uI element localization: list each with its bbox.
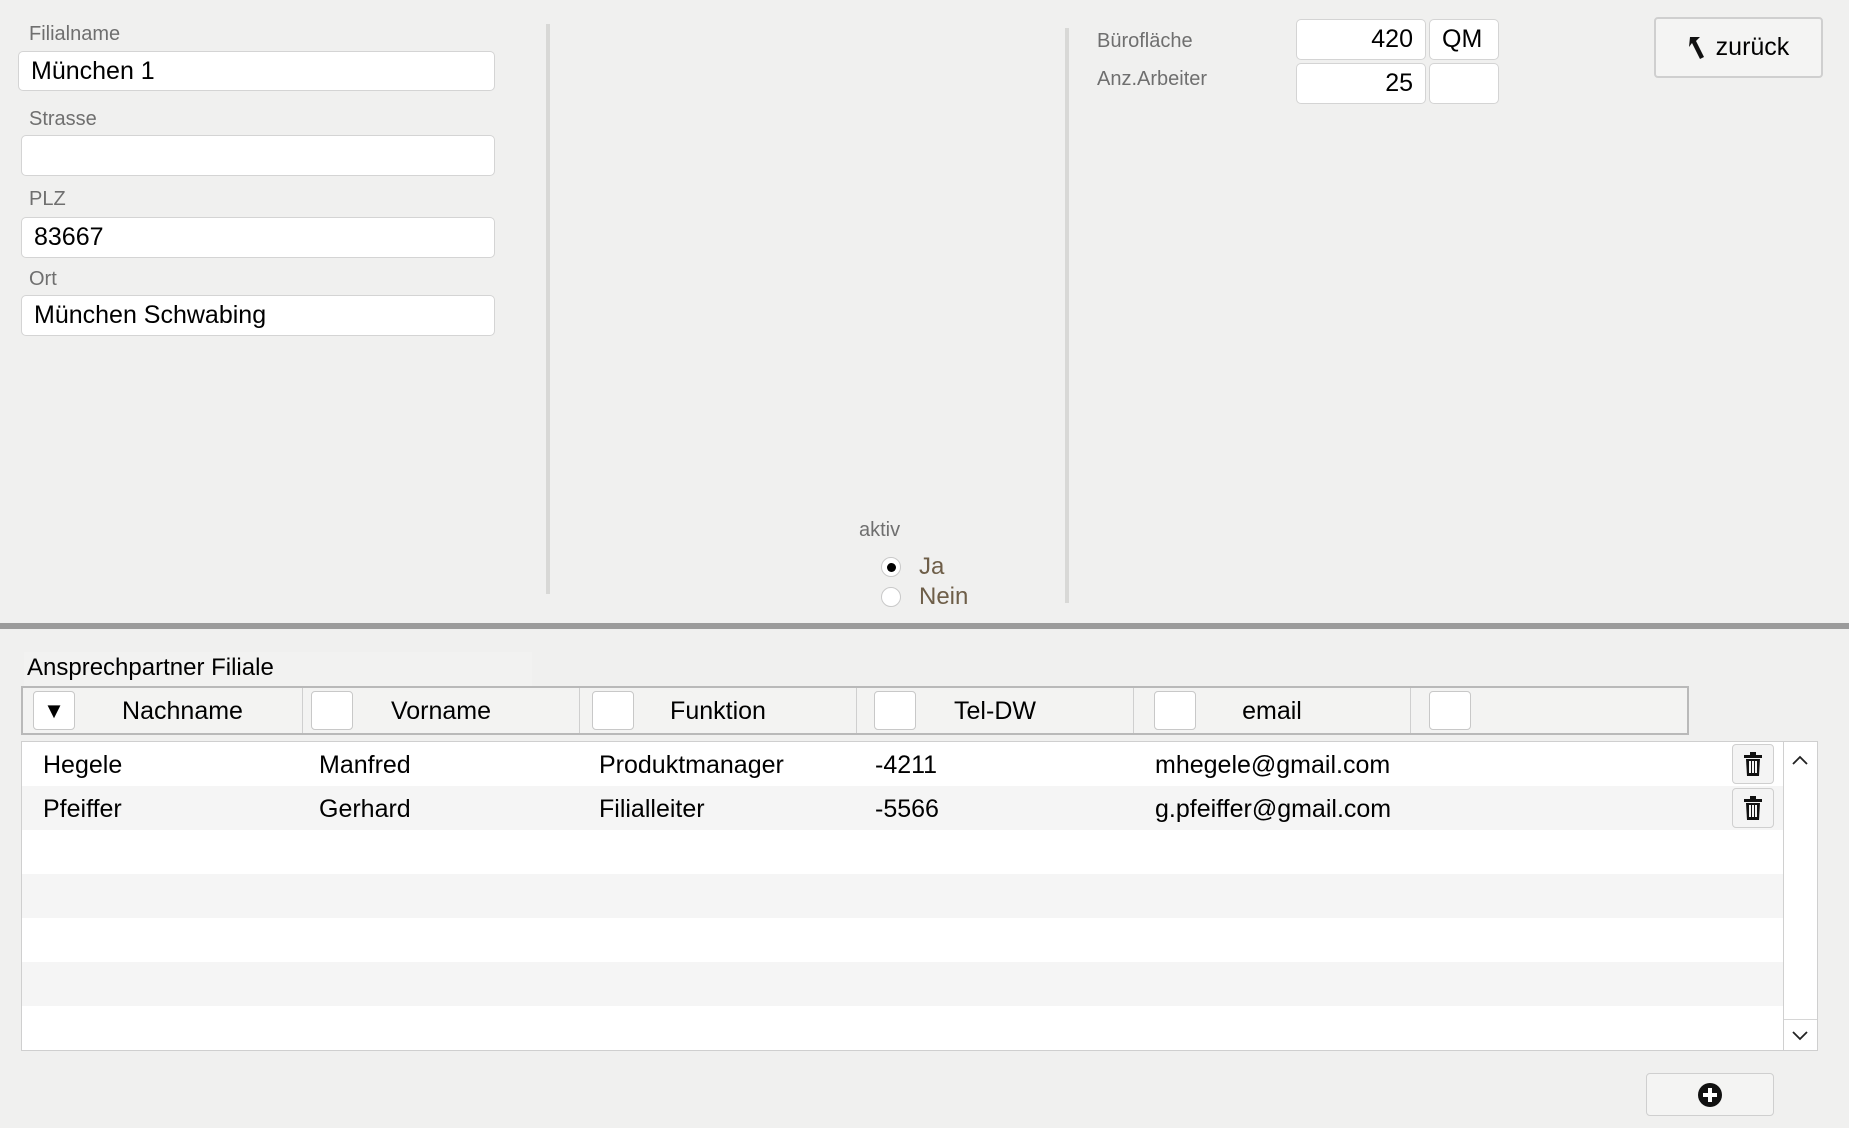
table-row-empty [22, 1006, 1784, 1050]
column-header-email[interactable]: email [1134, 688, 1411, 733]
aktiv-label: aktiv [859, 519, 901, 541]
add-contact-button[interactable] [1646, 1073, 1774, 1116]
back-button-label: zurück [1715, 33, 1790, 61]
arbeiter-field[interactable]: 25 [1296, 63, 1426, 104]
column-header-nachname[interactable]: ▼ Nachname [23, 688, 303, 733]
table-scrollbar[interactable] [1783, 742, 1817, 1050]
delete-row-button[interactable] [1732, 788, 1774, 828]
contacts-header: ▼ Nachname Vorname Funktion Tel-DW email [21, 686, 1689, 735]
strasse-field[interactable] [21, 135, 495, 176]
ort-field[interactable]: München Schwabing [21, 295, 495, 336]
trash-icon [1744, 796, 1762, 820]
radio-nein[interactable] [881, 587, 901, 607]
column-header-vorname-label: Vorname [390, 697, 492, 725]
table-row-empty [22, 830, 1784, 874]
arbeiter-label: Anz.Arbeiter [1097, 68, 1208, 90]
column-header-funktion-label: Funktion [670, 697, 766, 725]
radio-nein-label: Nein [919, 583, 969, 610]
section-divider [0, 623, 1849, 629]
table-row-empty [22, 874, 1784, 918]
back-arrow-icon [1688, 35, 1706, 61]
filialname-field[interactable]: München 1 [18, 51, 495, 91]
buroflache-label: Bürofläche [1097, 30, 1193, 52]
column-header-tel[interactable]: Tel-DW [857, 688, 1134, 733]
table-row[interactable]: Pfeiffer Gerhard Filialleiter -5566 g.pf… [22, 786, 1784, 830]
column-header-funktion[interactable]: Funktion [580, 688, 857, 733]
strasse-label: Strasse [29, 108, 97, 130]
buroflache-unit: QM [1429, 19, 1499, 60]
cell-vorname: Gerhard [319, 795, 411, 823]
cell-vorname: Manfred [319, 751, 411, 779]
aktiv-option-nein[interactable]: Nein [881, 583, 968, 611]
trash-icon [1744, 752, 1762, 776]
column-header-vorname[interactable]: Vorname [303, 688, 580, 733]
aktiv-option-ja[interactable]: Ja [881, 553, 944, 581]
buroflache-field[interactable]: 420 [1296, 19, 1426, 60]
radio-ja[interactable] [881, 557, 901, 577]
cell-tel: -5566 [875, 795, 939, 823]
column-divider-right [1065, 28, 1069, 603]
cell-tel: -4211 [875, 751, 938, 779]
radio-ja-label: Ja [919, 553, 945, 580]
cell-email: g.pfeiffer@gmail.com [1155, 795, 1392, 823]
arbeiter-unit [1429, 63, 1499, 104]
back-button[interactable]: zurück [1654, 17, 1823, 78]
plz-field[interactable]: 83667 [21, 217, 495, 258]
column-divider-left [546, 24, 550, 594]
chevron-down-icon[interactable] [1792, 1028, 1808, 1046]
column-header-nachname-label: Nachname [122, 697, 243, 725]
column-header-actions [1411, 688, 1687, 733]
table-row[interactable]: Hegele Manfred Produktmanager -4211 mheg… [22, 742, 1784, 786]
scrollbar-divider [1784, 1019, 1817, 1020]
cell-nachname: Pfeiffer [43, 795, 122, 823]
column-header-tel-label: Tel-DW [954, 697, 1036, 725]
ort-label: Ort [29, 268, 57, 290]
plus-circle-icon [1697, 1082, 1723, 1108]
delete-row-button[interactable] [1732, 744, 1774, 784]
cell-funktion: Filialleiter [599, 795, 705, 823]
table-row-empty [22, 918, 1784, 962]
cell-email: mhegele@gmail.com [1155, 751, 1391, 779]
filialname-label: Filialname [29, 23, 121, 45]
cell-nachname: Hegele [43, 751, 123, 779]
column-header-email-label: email [1242, 697, 1302, 725]
contacts-table[interactable]: Hegele Manfred Produktmanager -4211 mheg… [21, 741, 1818, 1051]
column-filter-box[interactable] [1429, 691, 1471, 730]
plz-label: PLZ [29, 188, 66, 210]
contacts-title: Ansprechpartner Filiale [24, 652, 532, 686]
chevron-up-icon[interactable] [1792, 752, 1808, 770]
cell-funktion: Produktmanager [599, 751, 784, 779]
table-row-empty [22, 962, 1784, 1006]
